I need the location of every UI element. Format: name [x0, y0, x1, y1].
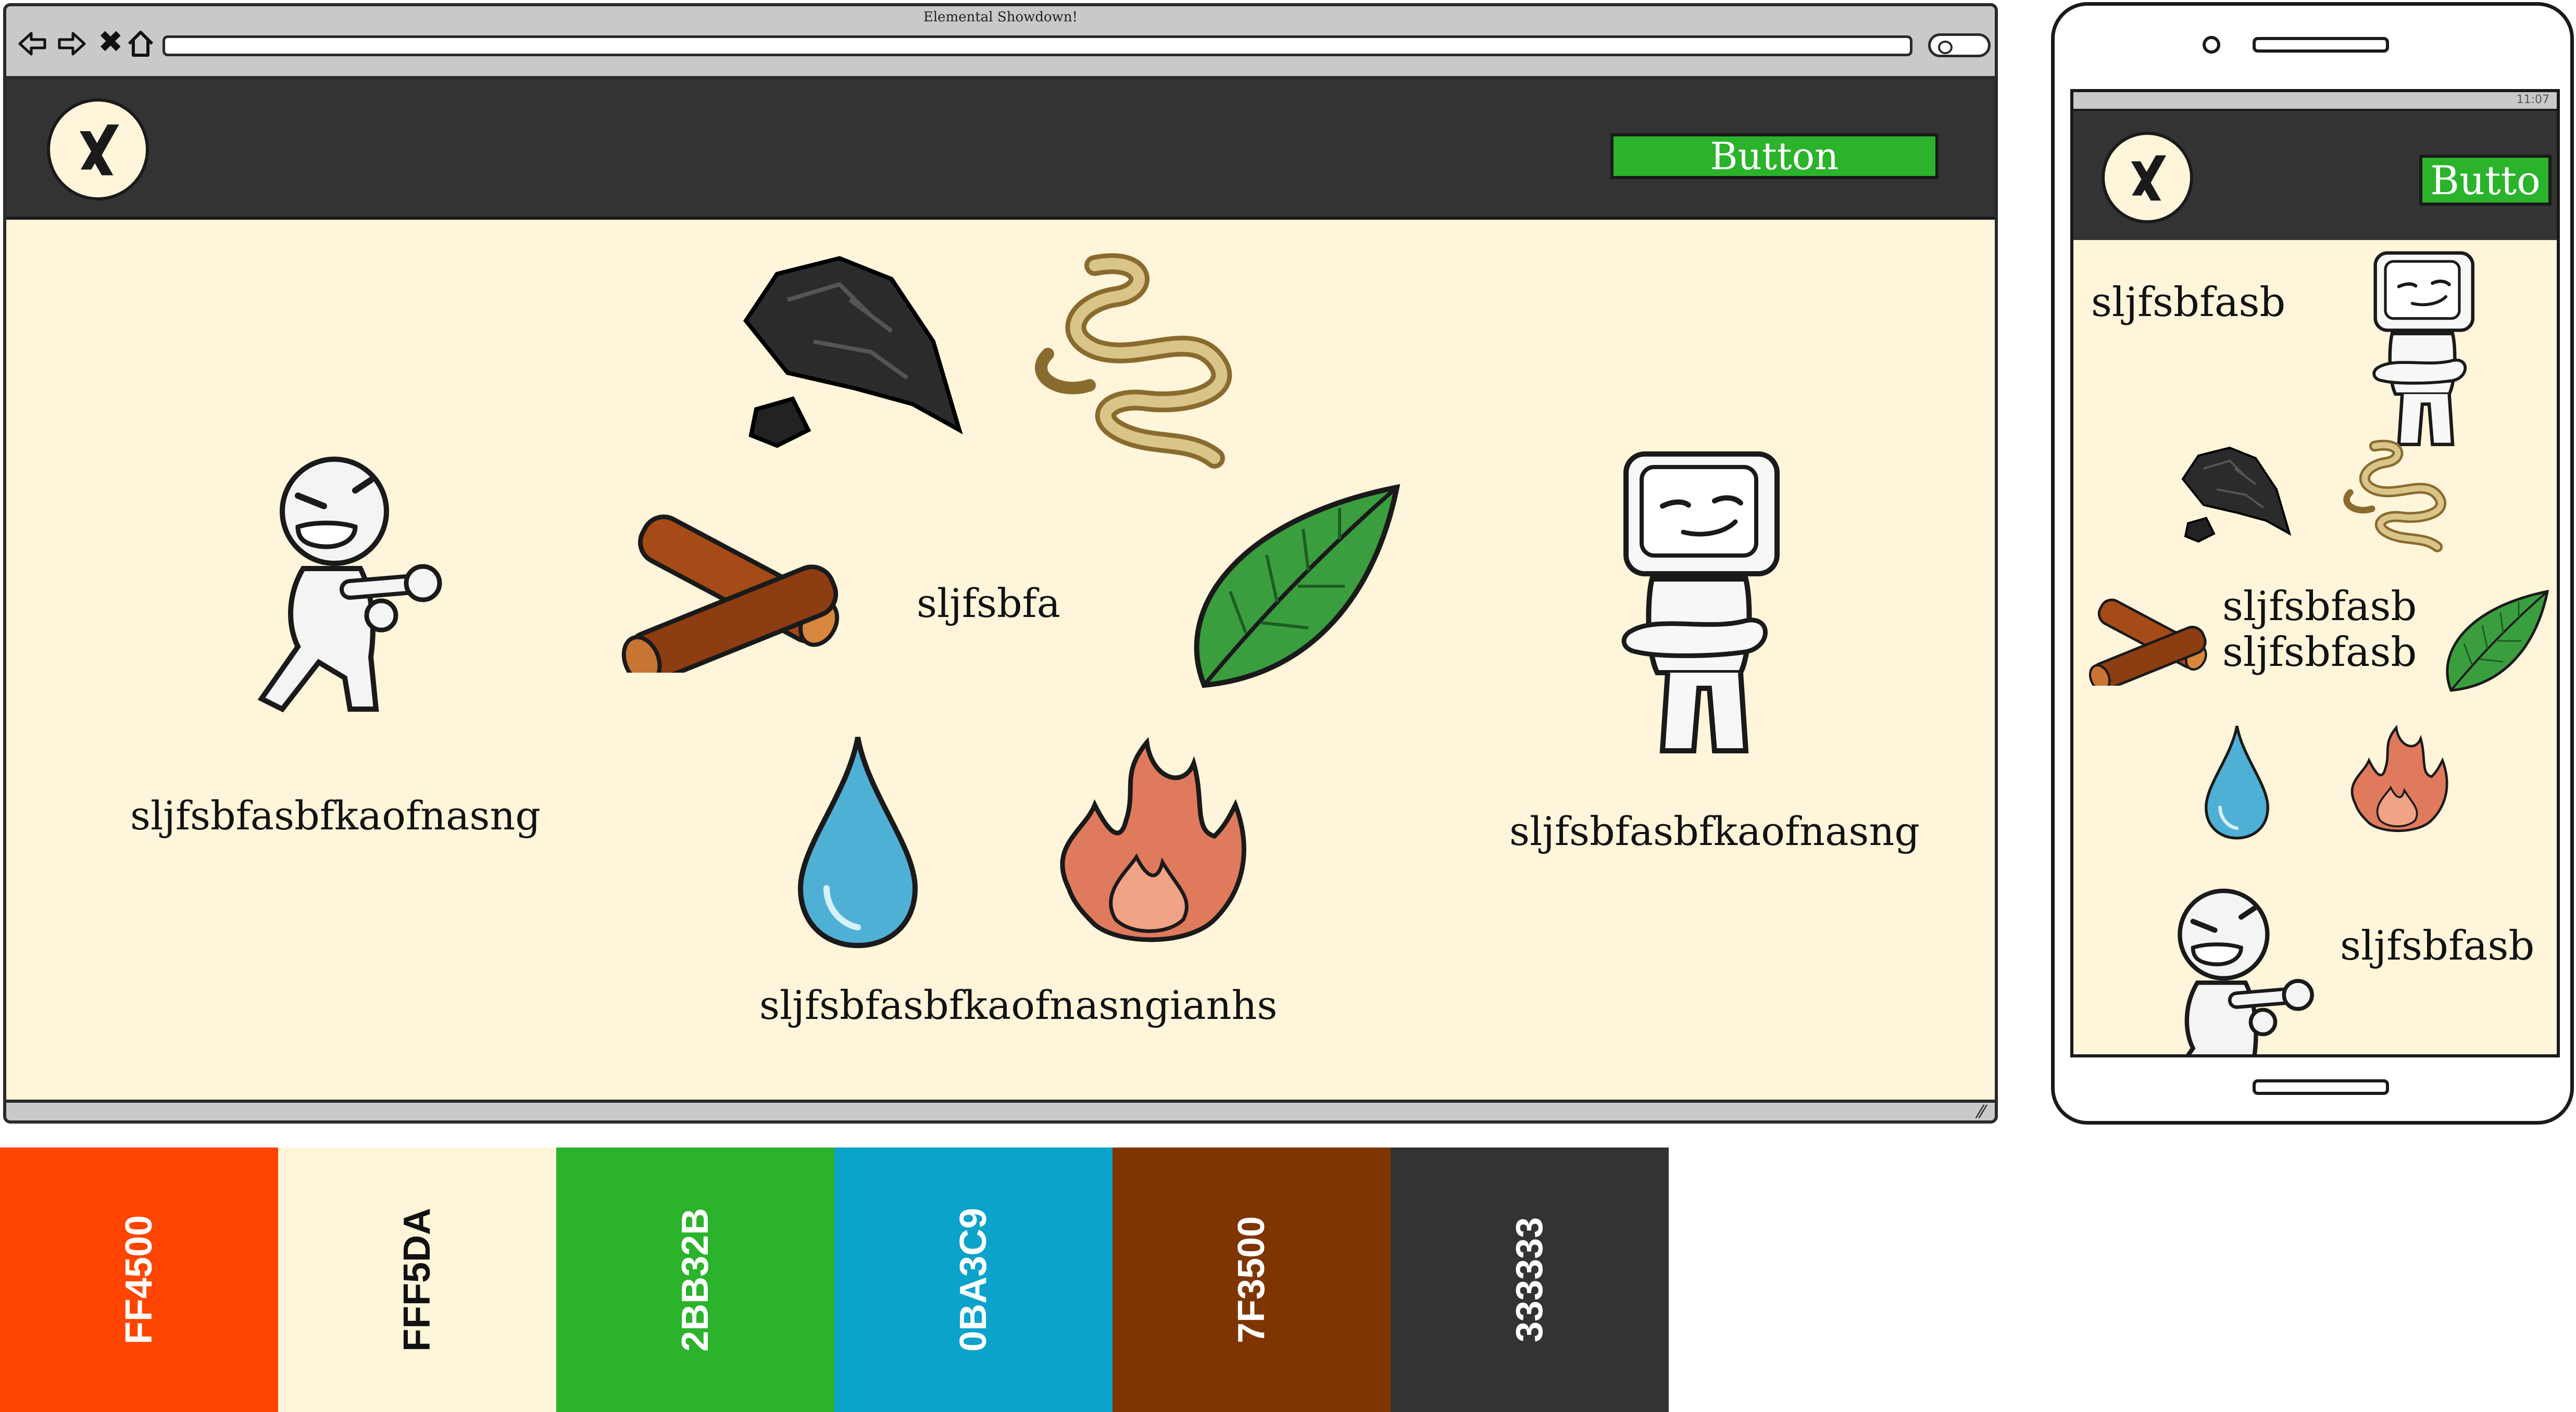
player-right-name: sljfsbfasbfkaofnasng: [1509, 808, 1920, 854]
swatch-hex-label: FFF5DA: [396, 1208, 438, 1352]
window-title: Elemental Showdown!: [923, 9, 1078, 25]
player-fighter-character: [2110, 880, 2329, 1057]
palette-swatch-4: 0BA3C9: [834, 1148, 1112, 1412]
front-camera: [2203, 36, 2220, 54]
xing-logo-icon[interactable]: [2102, 132, 2193, 223]
opponent-label: sljfsbfasb: [2091, 279, 2286, 326]
smoke-icon[interactable]: [1017, 250, 1246, 469]
smoke-icon[interactable]: [2334, 438, 2454, 552]
palette-swatch-3: 2BB32B: [556, 1148, 834, 1412]
leaf-icon[interactable]: [1178, 477, 1407, 696]
palette-swatch-5: 7F3500: [1112, 1148, 1391, 1412]
wood-icon[interactable]: [610, 485, 850, 673]
water-drop-icon[interactable]: [2200, 722, 2273, 842]
resize-grip-icon[interactable]: ⁄⁄: [1979, 1102, 1984, 1120]
swatch-hex-label: 7F3500: [1231, 1216, 1272, 1344]
browser-chrome: Elemental Showdown! ✖: [6, 6, 1995, 79]
coal-icon[interactable]: [2178, 440, 2297, 554]
close-tab-icon[interactable]: ✖: [98, 26, 123, 57]
forward-arrow-icon[interactable]: [56, 28, 87, 59]
phone-screen: 11:07 Butto sljfsbfasb sljfsbfasb sljfsb…: [2070, 89, 2560, 1057]
swatch-hex-label: 0BA3C9: [953, 1207, 994, 1352]
opponent-robot-character: [1595, 444, 1803, 766]
center-label-line-1: sljfsbfasb: [2222, 583, 2417, 630]
header-button[interactable]: Butto: [2419, 155, 2552, 206]
water-drop-icon[interactable]: [790, 732, 926, 951]
opponent-robot-character: [2355, 246, 2490, 455]
desktop-browser-window: Elemental Showdown! ✖ Button sljfsbfasbf…: [3, 3, 1998, 1124]
coal-icon[interactable]: [735, 253, 975, 461]
browser-status-bar: ⁄⁄: [6, 1100, 1995, 1120]
center-label-line-2: sljfsbfasb: [2222, 629, 2417, 676]
status-time: 11:07: [2516, 93, 2549, 106]
palette-swatch-6: 333333: [1391, 1148, 1669, 1412]
battle-arena: sljfsbfasbfkaofnasng sljfsbfa sljfsbfasb…: [6, 220, 1995, 1100]
bottom-label: sljfsbfasbfkaofnasngianhs: [759, 982, 1278, 1028]
player-left-name: sljfsbfasbfkaofnasng: [130, 792, 541, 839]
home-indicator[interactable]: [2253, 1079, 2389, 1095]
mobile-device: 11:07 Butto sljfsbfasb sljfsbfasb sljfsb…: [2051, 2, 2574, 1125]
palette-swatch-2: FFF5DA: [278, 1148, 556, 1412]
swatch-hex-label: FF4500: [118, 1215, 160, 1345]
speaker-grille: [2253, 37, 2389, 53]
wood-icon[interactable]: [2083, 582, 2213, 686]
swatch-hex-label: 2BB32B: [674, 1207, 716, 1352]
xing-logo-icon[interactable]: [47, 98, 149, 200]
fire-icon[interactable]: [2339, 722, 2459, 837]
palette-swatch-1: FF4500: [0, 1148, 278, 1412]
phone-status-bar: 11:07: [2073, 92, 2557, 111]
header-button[interactable]: Button: [1610, 133, 1939, 179]
player-fighter-character: [199, 449, 459, 730]
player-label: sljfsbfasb: [2340, 923, 2535, 969]
leaf-icon[interactable]: [2438, 585, 2553, 697]
fire-icon[interactable]: [1037, 732, 1267, 951]
center-label: sljfsbfa: [917, 580, 1061, 626]
browser-search-button[interactable]: [1928, 33, 1991, 57]
back-arrow-icon[interactable]: [17, 28, 48, 59]
home-icon[interactable]: [125, 28, 156, 59]
desktop-app-header: Button: [6, 79, 1995, 220]
phone-app-header: Butto: [2073, 111, 2557, 240]
swatch-hex-label: 333333: [1509, 1217, 1550, 1343]
url-bar[interactable]: [162, 35, 1912, 56]
